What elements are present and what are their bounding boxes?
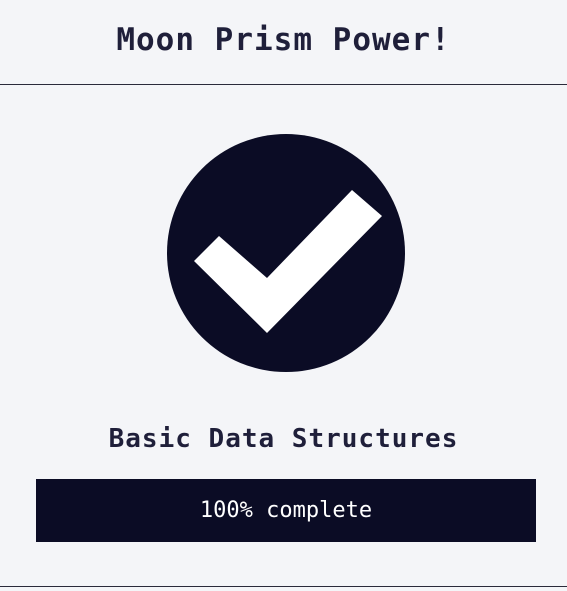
bottom-divider <box>0 586 567 587</box>
course-title: Basic Data Structures <box>108 424 459 454</box>
checkmark-circle-icon <box>166 133 406 373</box>
checkmark-svg <box>167 134 405 372</box>
page-header: Moon Prism Power! <box>0 0 567 85</box>
progress-bar: 100% complete <box>36 479 536 542</box>
page-title: Moon Prism Power! <box>116 22 451 58</box>
progress-label: 100% complete <box>199 498 373 523</box>
